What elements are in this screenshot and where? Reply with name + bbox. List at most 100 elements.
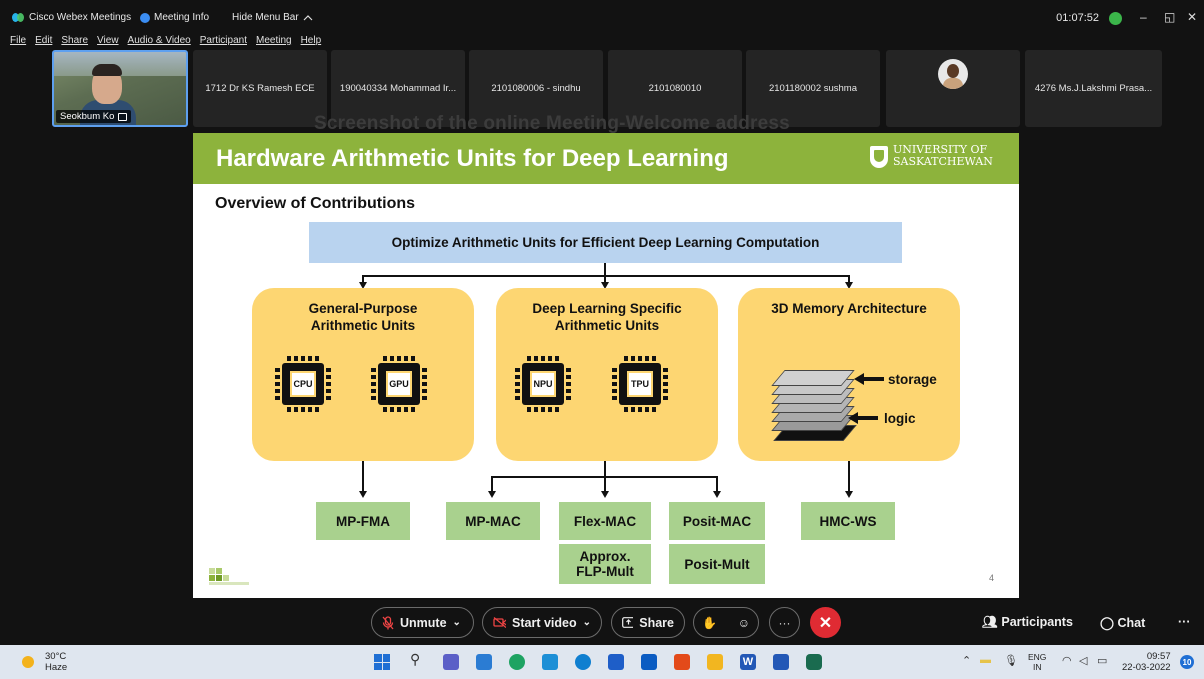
info-icon <box>140 12 150 23</box>
participant-video-tile[interactable]: Seokbum Ko <box>52 50 188 127</box>
mic-muted-icon <box>382 615 394 629</box>
arrow-down-icon <box>601 491 609 498</box>
video-off-icon <box>493 617 506 628</box>
share-button[interactable]: Share <box>611 607 685 638</box>
webex-taskbar-icon[interactable] <box>806 654 822 670</box>
chip-label: CPU <box>290 371 316 397</box>
chrome-icon[interactable] <box>509 654 525 670</box>
menu-bar: File Edit Share View Audio & Video Parti… <box>0 35 400 49</box>
menu-share[interactable]: Share <box>61 35 88 49</box>
participant-tile[interactable]: 4276 Ms.J.Lakshmi Prasa... <box>1025 50 1162 127</box>
group-deep-learning-specific: Deep Learning Specific Arithmetic Units … <box>496 288 718 461</box>
group-title: Deep Learning Specific Arithmetic Units <box>532 301 682 333</box>
chevron-up-icon[interactable]: ⌃ <box>962 654 971 667</box>
file-explorer-icon[interactable] <box>707 654 723 670</box>
language-indicator[interactable]: ENG IN <box>1028 652 1046 672</box>
npu-chip-icon: NPU <box>515 356 571 412</box>
participant-tile[interactable]: 1712 Dr KS Ramesh ECE <box>193 50 327 127</box>
hide-menu-bar-button[interactable]: Hide Menu Bar <box>232 12 313 23</box>
connector-line <box>848 461 850 492</box>
volume-icon[interactable]: ◁ <box>1079 654 1087 667</box>
taskbar-clock[interactable]: 09:57 22-03-2022 <box>1122 651 1171 673</box>
battery-icon[interactable]: ▭ <box>1097 654 1107 667</box>
word-icon[interactable]: W <box>740 654 756 670</box>
cpu-chip-icon: CPU <box>275 356 331 412</box>
temperature: 30°C <box>45 651 67 662</box>
clock-time: 09:57 <box>1146 651 1171 662</box>
more-label: ··· <box>778 615 791 630</box>
region-code: IN <box>1032 662 1042 672</box>
app-icon[interactable] <box>476 654 492 670</box>
screenshot-caption: Screenshot of the online Meeting-Welcome… <box>314 113 790 134</box>
chat-label: Chat <box>1117 616 1146 630</box>
menu-edit[interactable]: Edit <box>35 35 52 49</box>
leaf-mp-mac: MP-MAC <box>446 502 540 540</box>
windows-taskbar: 30°C Haze ⚲ W ⌃ ▬ 🎙︎ ENG IN ◠ ◁ ▭ 09:57 … <box>0 645 1204 679</box>
meeting-info-button[interactable]: Meeting Info <box>140 12 209 23</box>
store-icon[interactable] <box>608 654 624 670</box>
overflow-menu-button[interactable]: ··· <box>1178 615 1191 629</box>
close-button[interactable]: ✕ <box>1187 10 1197 24</box>
meeting-controls: Unmute ⌄ Start video ⌄ Share ✋ ☺ ··· ✕ 👥… <box>0 604 1204 642</box>
participant-name: 2101080010 <box>648 83 702 94</box>
edge-icon[interactable] <box>575 654 591 670</box>
menu-audio-video[interactable]: Audio & Video <box>128 35 191 49</box>
start-video-button[interactable]: Start video ⌄ <box>482 607 602 638</box>
gpu-chip-icon: GPU <box>371 356 427 412</box>
menu-participant[interactable]: Participant <box>200 35 247 49</box>
chat-button[interactable]: ◯ Chat <box>1100 615 1145 630</box>
participant-name: 190040334 Mohammad Ir... <box>339 83 457 94</box>
participants-button[interactable]: 👥︎ Participants <box>982 615 1073 630</box>
weather-sun-icon <box>22 656 34 668</box>
minimize-button[interactable]: – <box>1140 10 1147 24</box>
notification-badge[interactable]: 10 <box>1180 655 1194 669</box>
teams-icon[interactable] <box>443 654 459 670</box>
app-icon[interactable] <box>542 654 558 670</box>
raise-hand-icon[interactable]: ✋ <box>702 616 717 630</box>
group-title: 3D Memory Architecture <box>771 301 927 316</box>
participant-name-tag: Seokbum Ko <box>56 110 132 123</box>
search-icon[interactable]: ⚲ <box>410 651 420 668</box>
unmute-button[interactable]: Unmute ⌄ <box>371 607 474 638</box>
participant-name: Seokbum Ko <box>60 111 115 122</box>
menu-meeting[interactable]: Meeting <box>256 35 292 49</box>
chevron-up-icon <box>303 15 313 21</box>
group-general-purpose: General-Purpose Arithmetic Units CPU GPU <box>252 288 474 461</box>
participant-avatar <box>938 59 968 89</box>
end-meeting-button[interactable]: ✕ <box>810 607 841 638</box>
word-doc-icon[interactable] <box>773 654 789 670</box>
participant-tile[interactable] <box>886 50 1020 127</box>
emoji-icon[interactable]: ☺ <box>738 616 750 630</box>
weather-widget[interactable]: 30°C Haze <box>45 651 67 673</box>
mail-icon[interactable] <box>641 654 657 670</box>
more-options-button[interactable]: ··· <box>769 607 800 638</box>
connector-line <box>362 461 364 492</box>
arrow-down-icon <box>713 491 721 498</box>
video-person-hair <box>92 64 122 76</box>
group-3d-memory: 3D Memory Architecture storage logic <box>738 288 960 461</box>
logic-label: logic <box>884 411 916 426</box>
wifi-icon[interactable]: ◠ <box>1062 654 1072 667</box>
arrow-down-icon <box>488 491 496 498</box>
office-icon[interactable] <box>674 654 690 670</box>
windows-start-icon[interactable] <box>374 654 390 670</box>
restore-button[interactable]: ◱ <box>1164 10 1175 24</box>
people-icon: 👥︎ <box>982 615 998 629</box>
group-title: General-Purpose Arithmetic Units <box>308 301 418 333</box>
clock-date: 22-03-2022 <box>1122 662 1171 673</box>
language-code: ENG <box>1028 652 1047 662</box>
participants-label: Participants <box>1001 615 1073 629</box>
menu-view[interactable]: View <box>97 35 119 49</box>
tray-app-icon[interactable]: ▬ <box>980 654 991 666</box>
microphone-icon[interactable]: 🎙︎ <box>1004 654 1018 667</box>
webex-logo-icon <box>12 13 25 22</box>
menu-file[interactable]: File <box>10 35 26 49</box>
webex-window: Cisco Webex Meetings Meeting Info Hide M… <box>0 0 1204 679</box>
shared-slide: Hardware Arithmetic Units for Deep Learn… <box>193 133 1019 598</box>
connector-line <box>604 476 606 492</box>
menu-help[interactable]: Help <box>301 35 322 49</box>
hide-menu-label: Hide Menu Bar <box>232 12 299 23</box>
arrow-down-icon <box>845 491 853 498</box>
connector-line <box>491 476 493 492</box>
title-bar: Cisco Webex Meetings Meeting Info Hide M… <box>0 8 1204 30</box>
